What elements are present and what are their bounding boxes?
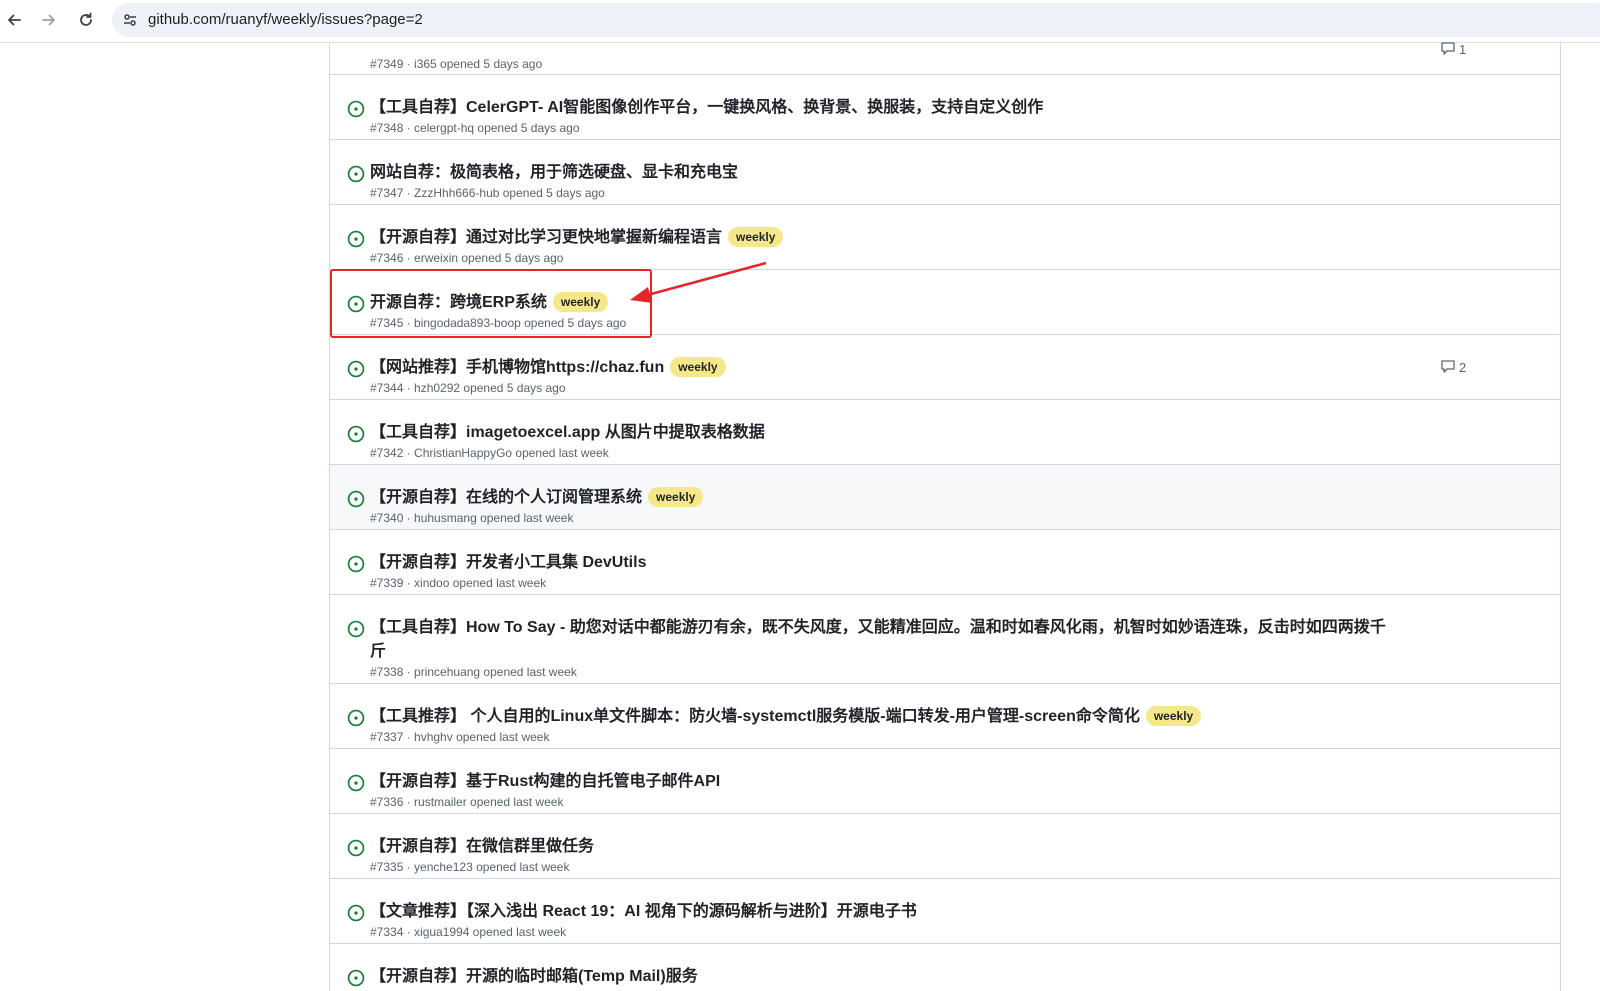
annotation-arrow: [630, 261, 767, 303]
